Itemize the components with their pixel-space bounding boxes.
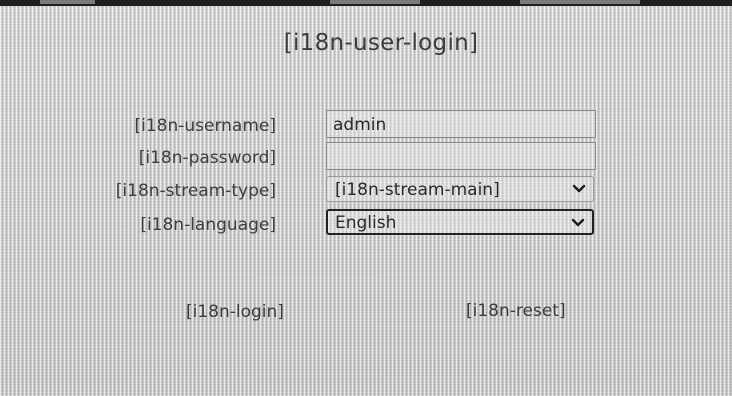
language-selected-value: English (335, 213, 397, 233)
username-field[interactable]: admin (326, 110, 596, 138)
stream-type-label: [i18n-stream-type] (115, 181, 276, 201)
username-label: [i18n-username] (134, 116, 276, 136)
stream-type-selected-value: [i18n-stream-main] (335, 180, 500, 200)
stream-type-select[interactable]: [i18n-stream-main] (326, 176, 594, 202)
password-label: [i18n-password] (138, 148, 276, 168)
password-field[interactable] (326, 142, 596, 170)
screen-top-edge (0, 0, 732, 6)
chevron-down-icon (572, 184, 586, 193)
chevron-down-icon (571, 218, 585, 227)
language-label: [i18n-language] (140, 215, 276, 235)
reset-button[interactable]: [i18n-reset] (466, 301, 566, 321)
page-title: [i18n-user-login] (283, 30, 479, 56)
language-select[interactable]: English (326, 209, 594, 235)
login-button[interactable]: [i18n-login] (186, 302, 284, 322)
